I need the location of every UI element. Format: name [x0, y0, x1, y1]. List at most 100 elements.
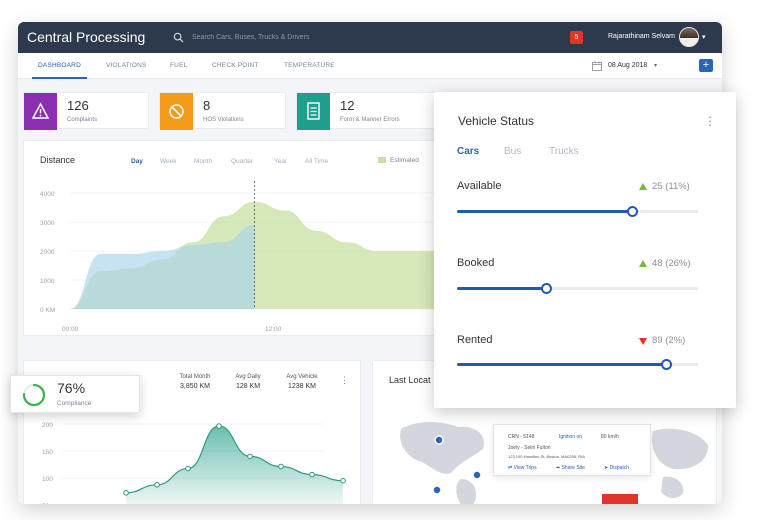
map-marker [432, 485, 442, 495]
tab-trucks[interactable]: Trucks [549, 146, 579, 157]
kpi-value: 8 [203, 98, 211, 113]
trend-point [185, 465, 191, 472]
kpi-label: Form & Manner Errors [340, 117, 400, 123]
more-options-icon[interactable]: ⋮ [340, 375, 349, 386]
y-tick-label: 2000 [40, 249, 55, 256]
status-value: 89 (2%) [652, 335, 686, 346]
kpi-label: Complaints [67, 117, 98, 123]
map-alert-bar[interactable] [602, 494, 638, 504]
map-marker [434, 435, 444, 445]
y-tick-label: 150 [42, 449, 53, 456]
trend-point [154, 481, 160, 488]
tab-bus[interactable]: Bus [504, 146, 521, 157]
stat-value: 3,850 KM [180, 383, 210, 390]
stat-value: 1238 KM [287, 383, 317, 390]
status-slider[interactable] [457, 206, 698, 217]
active-tab-indicator [32, 77, 87, 79]
trend-down-icon [639, 338, 647, 345]
y-tick-label: 100 [42, 476, 53, 483]
compliance-ring [22, 383, 46, 407]
slider-handle[interactable] [627, 206, 639, 217]
notification-badge[interactable]: 5 [570, 31, 583, 44]
y-tick-label: 50 [42, 503, 50, 504]
vehicle-status-card: Vehicle Status ⋮ Cars Bus Trucks Availab… [434, 92, 736, 408]
x-tick-label: 12:00 [265, 326, 282, 333]
kpi-complaints[interactable]: 126 Complaints [23, 92, 149, 130]
y-tick-label: 1000 [40, 278, 55, 285]
popup-driver: Joely - Selin Fulton [508, 445, 551, 451]
dispatch-link[interactable]: ➤ Dispatch [604, 465, 629, 471]
tab-temperature[interactable]: TEMPERATURE [284, 62, 335, 69]
compliance-value: 76% [57, 380, 86, 396]
status-value: 48 (26%) [652, 258, 691, 269]
search-input[interactable] [190, 29, 410, 46]
stat-label: Total Month [179, 374, 211, 380]
popup-status: Ignition on [559, 434, 583, 440]
popup-address: 123 100 Hamilton St, Boston, MA0295, RIA [508, 454, 585, 459]
document-icon [307, 102, 320, 120]
tab-cars[interactable]: Cars [457, 146, 479, 157]
avatar[interactable] [679, 27, 699, 47]
view-trips-link[interactable]: ⇄ View Trips [508, 465, 537, 471]
kpi-value: 126 [67, 98, 89, 113]
status-slider[interactable] [457, 283, 698, 294]
vehicle-popup: CRN - 5148 Ignition on 80 km/h Joely - S… [493, 424, 651, 476]
slider-fill [457, 363, 667, 366]
status-value: 25 (11%) [652, 181, 690, 192]
status-label: Booked [457, 257, 495, 269]
chevron-down-icon[interactable]: ▾ [654, 62, 657, 69]
y-tick-label: 4000 [40, 191, 55, 198]
stat-value: 128 KM [235, 383, 261, 390]
trend-up-icon [639, 183, 647, 190]
chevron-down-icon[interactable]: ▾ [702, 33, 706, 41]
slider-handle[interactable] [540, 283, 552, 294]
more-options-icon[interactable]: ⋮ [704, 114, 716, 128]
trend-up-icon [639, 260, 647, 267]
date-picker[interactable]: 08 Aug 2018 [608, 62, 647, 69]
trend-point [340, 477, 346, 484]
kpi-label: HOS Violations [203, 117, 244, 123]
slider-handle[interactable] [661, 359, 673, 370]
slider-fill [457, 210, 633, 213]
stat-label: Avg Daily [235, 374, 261, 380]
add-button[interactable]: + [699, 59, 713, 72]
trend-point [309, 471, 315, 478]
trend-point [123, 490, 129, 496]
kpi-icon-bg [160, 93, 193, 130]
status-slider[interactable] [457, 359, 698, 370]
app-title: Central Processing [27, 29, 146, 45]
trend-point [278, 463, 284, 470]
tab-dashboard[interactable]: DASHBOARD [38, 62, 81, 69]
compliance-card: 76% Compliance [10, 375, 140, 413]
status-label: Rented [457, 334, 493, 346]
compliance-label: Compliance [57, 400, 92, 407]
tab-check-point[interactable]: CHECK POINT [212, 62, 259, 69]
warning-icon [31, 102, 50, 119]
y-tick-label: 0 KM [40, 307, 55, 314]
top-bar: Central Processing 5 Rajarathinam Selvam… [18, 22, 722, 53]
kpi-icon-bg [297, 93, 330, 130]
kpi-hos-violations[interactable]: 8 HOS Violations [159, 92, 286, 130]
share-site-link[interactable]: ➦ Share Site [556, 465, 585, 471]
dispatch-label: Dispatch [609, 465, 630, 471]
card-title: Vehicle Status [458, 114, 535, 128]
y-tick-label: 3000 [40, 220, 55, 227]
kpi-form-errors[interactable]: 12 Form & Manner Errors [296, 92, 436, 130]
popup-vehicle-id: CRN - 5148 [508, 434, 535, 440]
calendar-icon[interactable] [592, 61, 602, 71]
trend-area [126, 426, 343, 504]
slider-fill [457, 287, 547, 290]
block-icon [169, 104, 184, 119]
user-name[interactable]: Rajarathinam Selvam [608, 33, 675, 40]
y-tick-label: 200 [42, 422, 53, 429]
trend-point [216, 423, 222, 429]
status-label: Available [457, 180, 502, 192]
x-tick-label: 00:00 [62, 326, 79, 333]
share-site-label: Share Site [561, 465, 585, 471]
kpi-value: 12 [340, 98, 355, 113]
stat-label: Avg Vehicle [286, 374, 318, 380]
tab-fuel[interactable]: FUEL [170, 62, 187, 69]
tabs-bar: DASHBOARD VIOLATIONS FUEL CHECK POINT TE… [18, 53, 722, 79]
tab-violations[interactable]: VIOLATIONS [106, 62, 147, 69]
search-icon [173, 32, 184, 43]
